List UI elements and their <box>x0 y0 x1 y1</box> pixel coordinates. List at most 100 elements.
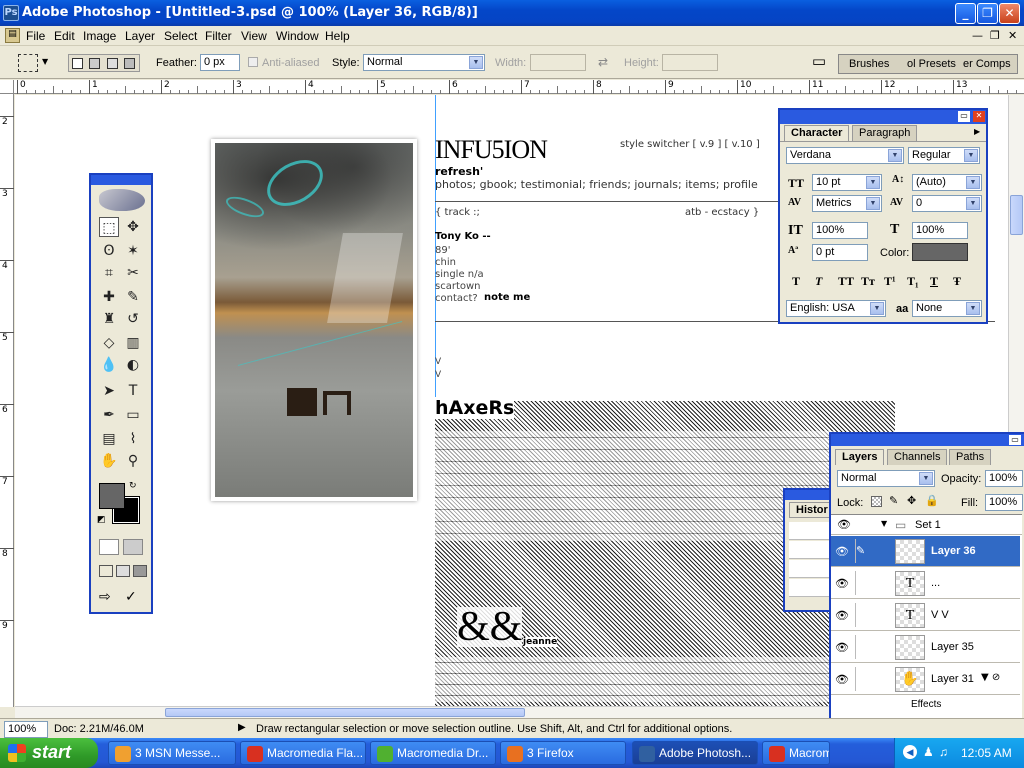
baseline-shift-input[interactable]: 0 pt <box>812 244 868 261</box>
lock-all-icon[interactable]: 🔒 <box>925 494 939 507</box>
link-slot[interactable] <box>855 571 869 595</box>
swap-colors-icon[interactable]: ↻ <box>129 481 137 491</box>
crop-tool-icon[interactable]: ⌗ <box>99 263 119 283</box>
gradient-tool-icon[interactable]: ▥ <box>123 333 143 353</box>
swap-dimensions-icon[interactable]: ⇄ <box>598 55 608 69</box>
taskbar-button[interactable]: 3 MSN Messe... <box>108 741 236 765</box>
doc-close-icon[interactable]: ✕ <box>1008 29 1017 42</box>
layer-row[interactable]: 👁 ✎ Layer 36 <box>831 536 1020 567</box>
lock-transparency-icon[interactable] <box>871 496 882 507</box>
tab-history[interactable]: Histor <box>789 502 835 518</box>
horizontal-scrollbar[interactable] <box>15 706 829 718</box>
lasso-tool-icon[interactable]: ʘ <box>99 241 119 261</box>
doc-restore-icon[interactable]: ❐ <box>990 29 1000 42</box>
vertical-ruler[interactable]: 2 3 4 5 6 7 8 9 <box>0 94 14 707</box>
subscript-button[interactable]: T₁ <box>907 274 919 289</box>
layer-row[interactable]: 👁 Layer 35 <box>831 632 1020 663</box>
feather-input[interactable]: 0 px <box>200 54 240 71</box>
document-icon[interactable]: ▤ <box>5 28 20 43</box>
antialias-select[interactable]: None ▼ <box>912 300 982 317</box>
tools-panel-titlebar[interactable] <box>91 175 151 185</box>
add-selection-icon[interactable] <box>89 58 100 69</box>
default-colors-icon[interactable]: ◩ <box>97 515 106 525</box>
type-tool-icon[interactable]: T <box>123 381 143 401</box>
underline-button[interactable]: T <box>930 274 938 289</box>
new-selection-icon[interactable] <box>72 58 83 69</box>
taskbar-button[interactable]: Macromedia Fla... <box>762 741 830 765</box>
path-selection-tool-icon[interactable]: ➤ <box>99 381 119 401</box>
tab-paragraph[interactable]: Paragraph <box>852 125 918 141</box>
panel-menu-icon[interactable]: ▶ <box>974 127 980 136</box>
close-button[interactable]: ✕ <box>999 3 1020 24</box>
menu-select[interactable]: Select <box>164 29 197 43</box>
tab-channels[interactable]: Channels <box>887 449 948 465</box>
menu-edit[interactable]: Edit <box>54 29 75 43</box>
dodge-tool-icon[interactable]: ◐ <box>123 355 143 375</box>
restore-button[interactable]: ❐ <box>977 3 998 24</box>
horizontal-scale-input[interactable]: 100% <box>912 222 968 239</box>
visibility-eye-icon[interactable]: 👁 <box>835 673 849 686</box>
scrollbar-thumb[interactable] <box>1010 195 1023 235</box>
anti-aliased-checkbox[interactable] <box>248 57 258 67</box>
notes-tool-icon[interactable]: ▤ <box>99 429 119 449</box>
hand-tool-icon[interactable]: ✋ <box>99 451 119 471</box>
layer-effects-indicator-icon[interactable]: ▼ ⊘ <box>981 672 1000 683</box>
magic-wand-tool-icon[interactable]: ✶ <box>123 241 143 261</box>
well-tab-layer-comps[interactable]: er Comps <box>957 57 1017 73</box>
history-state[interactable] <box>789 541 833 559</box>
panel-minimize-icon[interactable]: ▭ <box>958 111 970 122</box>
edit-in-imageready-icon[interactable]: ✓ <box>125 589 143 607</box>
eraser-tool-icon[interactable]: ◇ <box>99 333 119 353</box>
volume-icon[interactable]: ♫ <box>939 745 948 759</box>
jump-to-imageready-icon[interactable]: ⇨ <box>99 589 121 607</box>
marquee-tool-icon[interactable]: ⬚ <box>99 217 119 237</box>
screen-mode-full-menu-icon[interactable] <box>116 565 130 577</box>
kerning-input[interactable]: Metrics ▼ <box>812 195 882 212</box>
tray-expand-icon[interactable]: ◀ <box>903 745 917 759</box>
layer-set-row[interactable]: 👁 ▼ ▭ Set 1 <box>831 515 1022 535</box>
layer-row[interactable]: 👁 T... <box>831 568 1020 599</box>
style-select[interactable]: Normal ▼ <box>363 54 485 71</box>
tab-character[interactable]: Character <box>784 125 850 141</box>
leading-input[interactable]: (Auto) ▼ <box>912 174 982 191</box>
history-state[interactable] <box>789 560 833 578</box>
all-caps-button[interactable]: TT <box>838 274 854 289</box>
visibility-eye-icon[interactable]: 👁 <box>835 609 849 622</box>
msn-tray-icon[interactable]: ♟ <box>923 745 934 759</box>
brush-tool-icon[interactable]: ✎ <box>123 287 143 307</box>
start-button[interactable]: start <box>0 738 98 768</box>
link-slot[interactable] <box>855 667 869 691</box>
preset-dropdown-icon[interactable]: ▼ <box>42 57 48 66</box>
visibility-eye-icon[interactable]: 👁 <box>835 545 849 558</box>
clone-stamp-tool-icon[interactable]: ♜ <box>99 309 119 329</box>
blend-mode-select[interactable]: Normal ▼ <box>837 470 935 487</box>
shape-tool-icon[interactable]: ▭ <box>123 405 143 425</box>
faux-bold-button[interactable]: T <box>792 274 800 289</box>
ruler-origin[interactable] <box>0 80 14 94</box>
font-family-select[interactable]: Verdana ▼ <box>786 147 904 164</box>
strikethrough-button[interactable]: Ŧ <box>953 274 961 289</box>
faux-italic-button[interactable]: T <box>815 274 822 289</box>
history-brush-tool-icon[interactable]: ↺ <box>123 309 143 329</box>
language-select[interactable]: English: USA ▼ <box>786 300 886 317</box>
taskbar-button[interactable]: 3 Firefox <box>500 741 626 765</box>
scrollbar-thumb[interactable] <box>165 708 525 717</box>
well-tab-tool-presets[interactable]: ol Presets <box>901 57 962 73</box>
layers-panel-titlebar[interactable] <box>831 434 1024 446</box>
intersect-selection-icon[interactable] <box>124 58 135 69</box>
lock-pixels-icon[interactable]: ✎ <box>889 494 898 507</box>
expand-triangle-icon[interactable]: ▼ <box>881 519 887 528</box>
font-style-select[interactable]: Regular ▼ <box>908 147 980 164</box>
blur-tool-icon[interactable]: 💧 <box>99 355 119 375</box>
menu-filter[interactable]: Filter <box>205 29 232 43</box>
clock[interactable]: 12:05 AM <box>961 746 1012 760</box>
font-size-input[interactable]: 10 pt ▼ <box>812 174 882 191</box>
panel-minimize-icon[interactable]: ▭ <box>1009 435 1021 445</box>
visibility-eye-icon[interactable]: 👁 <box>837 518 851 531</box>
status-menu-triangle-icon[interactable]: ▶ <box>238 722 246 733</box>
tab-layers[interactable]: Layers <box>835 449 885 465</box>
well-tab-brushes[interactable]: Brushes <box>843 57 895 73</box>
horizontal-ruler[interactable]: 0 1 2 3 4 5 6 7 8 9 10 11 12 13 <box>0 80 1024 94</box>
width-input[interactable] <box>530 54 586 71</box>
height-input[interactable] <box>662 54 718 71</box>
